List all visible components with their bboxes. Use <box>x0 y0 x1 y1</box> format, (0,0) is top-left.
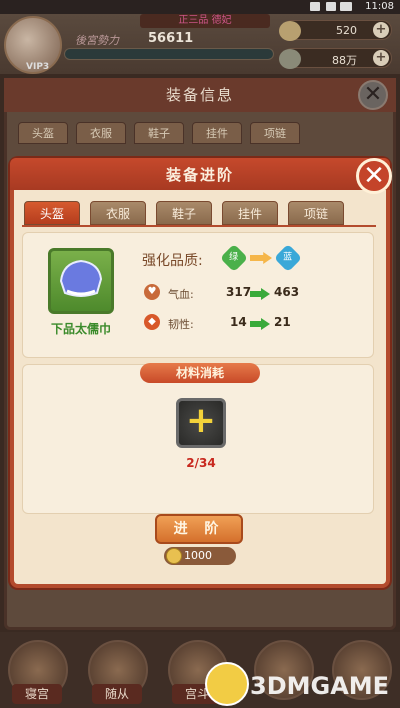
ingot-resource: 520 + <box>279 20 392 41</box>
back-tab-necklace[interactable]: 项链 <box>250 122 300 144</box>
rank-title: 正三品 德妃 <box>140 14 270 28</box>
silver-resource: 88万 + <box>279 48 392 69</box>
add-material-icon[interactable]: + <box>183 403 219 439</box>
signal-icon <box>326 2 336 11</box>
add-silver-button[interactable]: + <box>373 50 389 66</box>
item-name: 下品太儒巾 <box>50 322 111 336</box>
close-button[interactable]: ✕ <box>356 158 392 194</box>
coin-icon <box>166 548 182 564</box>
watermark-logo-icon <box>205 662 249 706</box>
tab-necklace[interactable]: 项链 <box>288 201 344 225</box>
toughness-icon: ◆ <box>144 314 160 330</box>
tab-shoes[interactable]: 鞋子 <box>156 201 212 225</box>
back-tab-shoes[interactable]: 鞋子 <box>134 122 184 144</box>
add-ingot-button[interactable]: + <box>373 22 389 38</box>
nav-attendants-label[interactable]: 随从 <box>92 684 142 704</box>
hat-icon <box>59 259 103 297</box>
nav-palace-label[interactable]: 寝宫 <box>12 684 62 704</box>
toughness-from: 14 <box>230 315 247 329</box>
tab-divider <box>22 225 376 227</box>
toughness-to: 21 <box>274 315 291 329</box>
hp-label: 气血: <box>168 288 194 301</box>
power-bar <box>64 48 274 60</box>
hp-to: 463 <box>274 285 300 299</box>
quality-label: 强化品质: <box>142 253 203 269</box>
back-tab-pendant[interactable]: 挂件 <box>192 122 242 144</box>
materials-label: 材料消耗 <box>140 363 260 383</box>
battery-icon <box>340 2 352 11</box>
power-label: 後宮勢力 <box>75 34 119 47</box>
advance-button[interactable]: 进 阶 <box>155 514 243 544</box>
toughness-label: 韧性: <box>168 318 194 331</box>
tab-clothes[interactable]: 衣服 <box>90 201 146 225</box>
helmet-item-icon[interactable] <box>48 248 114 314</box>
vip-level: VIP3 <box>26 62 50 72</box>
status-bar: 11:08 <box>0 0 400 14</box>
back-tab-helmet[interactable]: 头盔 <box>18 122 68 144</box>
hp-icon: ♥ <box>144 284 160 300</box>
status-time: 11:08 <box>365 1 394 12</box>
silver-icon <box>279 49 301 69</box>
tab-pendant[interactable]: 挂件 <box>222 201 278 225</box>
ingot-icon <box>279 21 301 41</box>
hp-from: 317 <box>226 285 252 299</box>
dialog-title: 装备进阶 <box>165 166 234 184</box>
back-close-button[interactable]: ✕ <box>358 80 388 110</box>
material-count: 2/34 <box>186 456 216 470</box>
equipment-info-title: 装备信息 <box>4 78 396 112</box>
power-value: 56611 <box>148 31 194 46</box>
watermark: 3DMGAME <box>250 672 390 700</box>
tab-helmet[interactable]: 头盔 <box>24 201 80 225</box>
wifi-icon <box>310 2 320 11</box>
back-tab-clothes[interactable]: 衣服 <box>76 122 126 144</box>
